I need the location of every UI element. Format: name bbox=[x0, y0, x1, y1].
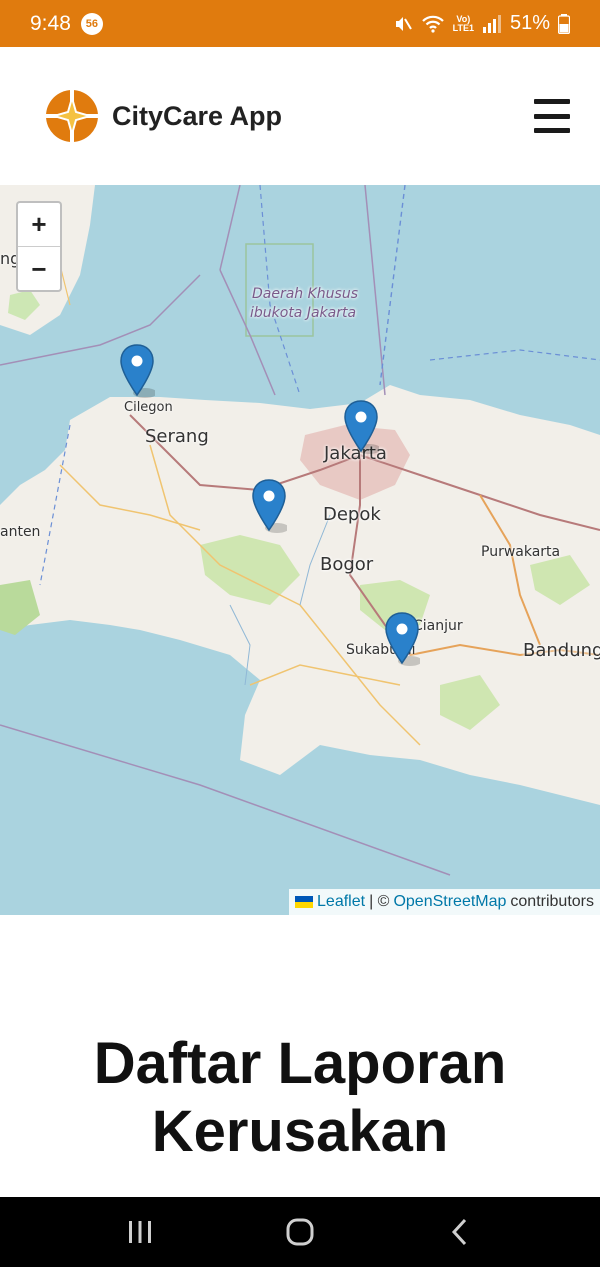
hamburger-menu-button[interactable] bbox=[534, 99, 570, 133]
status-right: Vo) LTE1 51% bbox=[393, 12, 570, 35]
status-time: 9:48 bbox=[30, 11, 71, 35]
map-attribution: Leaflet | © OpenStreetMap contributors bbox=[289, 889, 600, 915]
map-label-serang: Serang bbox=[145, 426, 209, 447]
map-label-bandung: Bandung bbox=[523, 640, 600, 661]
attribution-separator: | © bbox=[369, 893, 390, 910]
app-title: CityCare App bbox=[112, 100, 283, 131]
mute-icon bbox=[395, 16, 412, 31]
back-icon bbox=[451, 1218, 467, 1246]
home-icon bbox=[286, 1218, 314, 1246]
section-title-line2: Kerusakan bbox=[151, 1099, 449, 1164]
map-marker-icon[interactable] bbox=[343, 399, 379, 455]
signal-icon bbox=[482, 14, 501, 33]
zoom-control: + − bbox=[16, 201, 62, 292]
map-label-dki-line2: ibukota Jakarta bbox=[250, 305, 357, 321]
back-button[interactable] bbox=[430, 1207, 490, 1257]
hamburger-line bbox=[534, 128, 570, 133]
notification-count-badge: 56 bbox=[80, 12, 103, 35]
wifi-icon bbox=[421, 15, 444, 33]
home-button[interactable] bbox=[270, 1207, 330, 1257]
map-marker-icon[interactable] bbox=[251, 478, 287, 534]
status-left: 9:48 56 bbox=[30, 12, 103, 36]
brand[interactable]: CityCare App bbox=[46, 90, 282, 142]
map-label-dki-line1: Daerah Khusus bbox=[252, 286, 359, 302]
openstreetmap-link[interactable]: OpenStreetMap bbox=[393, 893, 506, 911]
leaflet-link[interactable]: Leaflet bbox=[317, 893, 365, 911]
volte-label: Vo) LTE1 bbox=[452, 13, 474, 33]
map-label-banten: anten bbox=[0, 524, 41, 540]
map-label-cilegon: Cilegon bbox=[124, 400, 173, 415]
status-bar: 9:48 56 Vo) LTE1 51% bbox=[0, 0, 600, 47]
battery-icon bbox=[558, 13, 570, 34]
map-marker-icon[interactable] bbox=[384, 611, 420, 667]
recent-apps-icon bbox=[129, 1221, 151, 1243]
hamburger-menu-icon bbox=[534, 99, 570, 104]
compass-star-icon bbox=[46, 90, 98, 142]
recent-apps-button[interactable] bbox=[110, 1207, 170, 1257]
phone-screen: 9:48 56 Vo) LTE1 51% CityCare App Cilego… bbox=[0, 0, 600, 1267]
section-title-line1: Daftar Laporan bbox=[93, 1031, 507, 1096]
zoom-in-button[interactable]: + bbox=[18, 203, 60, 247]
app-header: CityCare App bbox=[0, 47, 600, 185]
ukraine-flag-icon bbox=[295, 896, 314, 908]
battery-percent: 51% bbox=[509, 12, 550, 34]
hamburger-line bbox=[534, 113, 570, 119]
map-view[interactable]: Cilegon Serang Jakarta Depok Bogor Purwa… bbox=[0, 185, 600, 915]
section-title: Daftar Laporan Kerusakan bbox=[0, 1030, 600, 1166]
map-label-depok: Depok bbox=[323, 504, 381, 525]
zoom-out-button[interactable]: − bbox=[18, 247, 60, 290]
attribution-contributors: contributors bbox=[510, 893, 594, 910]
map-label-bogor: Bogor bbox=[320, 554, 374, 575]
map-label-cianjur: Cianjur bbox=[413, 618, 463, 634]
map-marker-icon[interactable] bbox=[119, 343, 155, 399]
map-label-purwakarta: Purwakarta bbox=[481, 544, 561, 560]
system-nav-bar bbox=[0, 1197, 600, 1267]
